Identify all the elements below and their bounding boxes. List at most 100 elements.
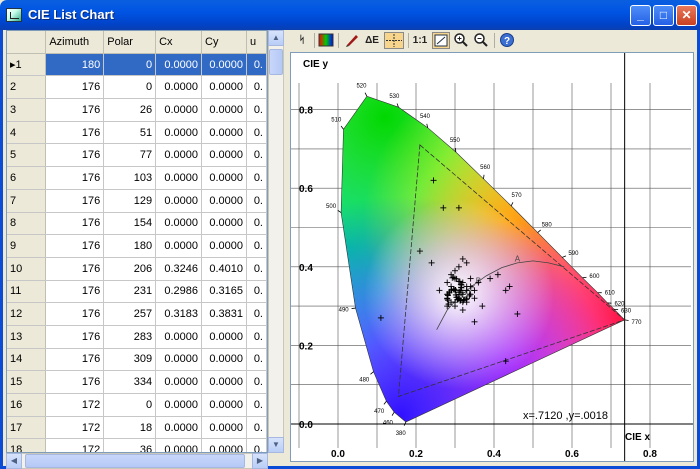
- cx-cell[interactable]: 0.0000: [155, 53, 203, 77]
- u-cell[interactable]: 0.: [246, 302, 267, 326]
- u-cell[interactable]: 0.: [246, 257, 267, 281]
- cx-cell[interactable]: 0.0000: [155, 212, 203, 236]
- cie-chart-panel[interactable]: ABEC 38046047048049050051052053054055056…: [290, 52, 694, 464]
- azimuth-cell[interactable]: 172: [45, 416, 105, 440]
- header-cx[interactable]: Cx: [155, 31, 203, 54]
- row-header[interactable]: 6: [7, 166, 47, 190]
- scroll-down-button[interactable]: ▼: [268, 437, 284, 453]
- row-header[interactable]: 14: [7, 348, 47, 372]
- cx-cell[interactable]: 0.0000: [155, 166, 203, 190]
- row-header[interactable]: 7: [7, 189, 47, 213]
- azimuth-cell[interactable]: 180: [45, 53, 105, 77]
- cy-cell[interactable]: 0.3165: [201, 280, 247, 304]
- azimuth-cell[interactable]: 176: [45, 234, 105, 258]
- cx-cell[interactable]: 0.0000: [155, 98, 203, 122]
- u-cell[interactable]: 0.: [246, 280, 267, 304]
- scroll-right-button[interactable]: ▶: [252, 453, 268, 469]
- row-header[interactable]: 17: [7, 416, 47, 440]
- azimuth-cell[interactable]: 176: [45, 143, 105, 168]
- polar-cell[interactable]: 180: [103, 234, 157, 258]
- polar-cell[interactable]: 18: [103, 416, 157, 440]
- cx-cell[interactable]: 0.3246: [155, 257, 203, 281]
- u-cell[interactable]: 0.: [246, 53, 267, 77]
- azimuth-cell[interactable]: 176: [45, 302, 105, 326]
- row-header[interactable]: 11: [7, 280, 47, 304]
- polar-cell[interactable]: 103: [103, 166, 157, 190]
- scroll-up-button[interactable]: ▲: [268, 30, 284, 46]
- u-cell[interactable]: 0.: [246, 166, 267, 190]
- row-header[interactable]: 13: [7, 325, 47, 349]
- header-cy[interactable]: Cy: [201, 31, 247, 54]
- polar-cell[interactable]: 154: [103, 212, 157, 236]
- cy-cell[interactable]: 0.0000: [201, 234, 247, 258]
- polar-cell[interactable]: 36: [103, 438, 157, 452]
- cx-cell[interactable]: 0.0000: [155, 348, 203, 372]
- color-swatch-icon[interactable]: [318, 32, 334, 49]
- cy-cell[interactable]: 0.0000: [201, 166, 247, 190]
- table-row[interactable]: 2 176 0 0.0000 0.0000 0.: [7, 75, 267, 100]
- azimuth-cell[interactable]: 176: [45, 189, 105, 213]
- maximize-button[interactable]: □: [653, 5, 674, 26]
- table-row[interactable]: 7 176 129 0.0000 0.0000 0.: [7, 189, 267, 213]
- cy-cell[interactable]: 0.3831: [201, 302, 247, 326]
- azimuth-cell[interactable]: 176: [45, 348, 105, 372]
- table-row[interactable]: 17 172 18 0.0000 0.0000 0.: [7, 416, 267, 440]
- header-polar[interactable]: Polar: [103, 31, 157, 54]
- cy-cell[interactable]: 0.0000: [201, 121, 247, 145]
- polar-cell[interactable]: 0: [103, 393, 157, 417]
- cy-cell[interactable]: 0.0000: [201, 393, 247, 417]
- cy-cell[interactable]: 0.0000: [201, 438, 247, 452]
- fit-view-icon[interactable]: [432, 32, 450, 49]
- polar-cell[interactable]: 0: [103, 53, 157, 77]
- cy-cell[interactable]: 0.0000: [201, 189, 247, 213]
- row-header[interactable]: 16: [7, 393, 47, 417]
- table-row[interactable]: 5 176 77 0.0000 0.0000 0.: [7, 143, 267, 168]
- table-row[interactable]: 10 176 206 0.3246 0.4010 0.: [7, 257, 267, 281]
- table-row[interactable]: 16 172 0 0.0000 0.0000 0.: [7, 393, 267, 417]
- azimuth-cell[interactable]: 176: [45, 325, 105, 349]
- cx-cell[interactable]: 0.0000: [155, 143, 203, 168]
- help-icon[interactable]: ?: [499, 32, 515, 49]
- azimuth-cell[interactable]: 176: [45, 212, 105, 236]
- cy-cell[interactable]: 0.0000: [201, 75, 247, 100]
- table-row[interactable]: 14 176 309 0.0000 0.0000 0.: [7, 348, 267, 372]
- cx-cell[interactable]: 0.0000: [155, 121, 203, 145]
- u-cell[interactable]: 0.: [246, 212, 267, 236]
- row-header[interactable]: 12: [7, 302, 47, 326]
- pointer-icon[interactable]: ᛋ: [294, 32, 310, 49]
- row-header[interactable]: 4: [7, 121, 47, 145]
- table-row[interactable]: 8 176 154 0.0000 0.0000 0.: [7, 212, 267, 236]
- azimuth-cell[interactable]: 176: [45, 257, 105, 281]
- cx-cell[interactable]: 0.0000: [155, 438, 203, 452]
- cx-cell[interactable]: 0.0000: [155, 325, 203, 349]
- row-header[interactable]: 18: [7, 438, 47, 452]
- zoom-out-icon[interactable]: [473, 32, 489, 49]
- cx-cell[interactable]: 0.0000: [155, 234, 203, 258]
- azimuth-cell[interactable]: 176: [45, 121, 105, 145]
- cx-cell[interactable]: 0.2986: [155, 280, 203, 304]
- cy-cell[interactable]: 0.0000: [201, 53, 247, 77]
- cx-cell[interactable]: 0.0000: [155, 189, 203, 213]
- horizontal-scrollbar[interactable]: ◀ ▶: [6, 453, 268, 469]
- u-cell[interactable]: 0.: [246, 370, 267, 394]
- cy-cell[interactable]: 0.4010: [201, 257, 247, 281]
- table-row[interactable]: 6 176 103 0.0000 0.0000 0.: [7, 166, 267, 190]
- cy-cell[interactable]: 0.0000: [201, 143, 247, 168]
- cx-cell[interactable]: 0.0000: [155, 370, 203, 394]
- polar-cell[interactable]: 26: [103, 98, 157, 122]
- cx-cell[interactable]: 0.0000: [155, 393, 203, 417]
- vertical-scroll-thumb[interactable]: [269, 49, 283, 75]
- azimuth-cell[interactable]: 176: [45, 98, 105, 122]
- close-button[interactable]: ✕: [676, 5, 697, 26]
- table-row[interactable]: 11 176 231 0.2986 0.3165 0.: [7, 280, 267, 304]
- row-header[interactable]: 2: [7, 75, 47, 100]
- u-cell[interactable]: 0.: [246, 143, 267, 168]
- u-cell[interactable]: 0.: [246, 121, 267, 145]
- u-cell[interactable]: 0.: [246, 75, 267, 100]
- cx-cell[interactable]: 0.0000: [155, 416, 203, 440]
- header-u[interactable]: u: [246, 31, 267, 54]
- row-header[interactable]: 9: [7, 234, 47, 258]
- polar-cell[interactable]: 129: [103, 189, 157, 213]
- delta-e-icon[interactable]: ΔE: [364, 32, 380, 49]
- row-header[interactable]: 3: [7, 98, 47, 122]
